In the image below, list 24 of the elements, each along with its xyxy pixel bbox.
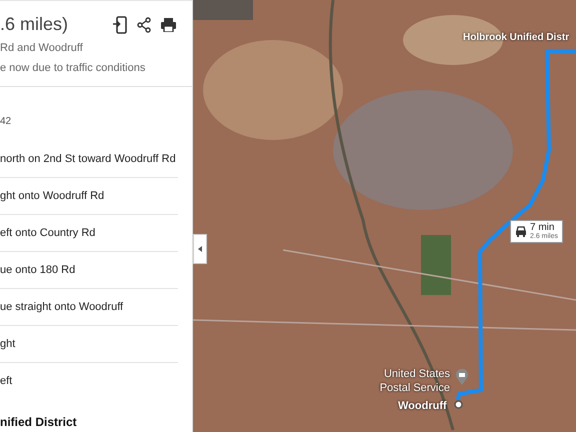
direction-step[interactable]: north on 2nd St toward Woodruff Rd [0,150,176,168]
direction-step[interactable]: ue onto 180 Rd [0,262,76,278]
direction-step[interactable]: ght [0,336,16,352]
mail-pin-icon [456,369,468,385]
location-dot-icon [454,400,463,409]
map-label: United States Postal Service [380,368,450,396]
route-via-text: Rd and Woodruff [0,41,84,56]
route-summary-title: .6 miles) [0,13,68,36]
direction-step[interactable]: nified District [0,412,77,430]
direction-step[interactable]: ue straight onto Woodruff [0,298,124,316]
collapse-panel-button[interactable] [193,234,207,264]
origin-text: 42 [0,115,12,129]
send-to-phone-icon[interactable] [113,16,127,34]
map-label: Holbrook Unified Distr [463,31,570,45]
caret-left-icon [198,246,202,252]
direction-step[interactable]: eft onto Country Rd [0,224,96,242]
route-time: 7 min [530,223,554,233]
print-icon[interactable] [161,18,176,32]
car-icon [515,226,527,237]
traffic-note: e now due to traffic conditions [0,60,146,76]
direction-step[interactable]: eft [0,373,12,390]
direction-step[interactable]: ght onto Woodruff Rd [0,188,104,204]
share-icon[interactable] [137,16,151,32]
map-label: Woodruff [398,399,447,414]
